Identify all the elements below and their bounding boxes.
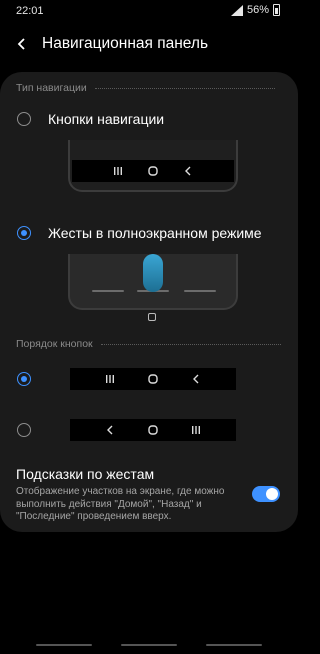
order-option-recents-home-back[interactable] xyxy=(70,368,236,390)
gesture-hints-title: Подсказки по жестам xyxy=(16,466,155,482)
fullscreen-gestures-preview xyxy=(68,254,238,310)
section-title-navigation-type: Тип навигации xyxy=(16,82,275,94)
radio-navigation-buttons[interactable] xyxy=(17,112,31,126)
status-time: 22:01 xyxy=(16,5,44,17)
radio-fullscreen-gestures[interactable] xyxy=(17,226,31,240)
back-arrow-icon xyxy=(17,38,25,50)
gesture-hints-description: Отображение участков на экране, где можн… xyxy=(16,486,225,522)
section-divider xyxy=(94,87,275,89)
gesture-hint-left xyxy=(92,290,124,292)
option-navigation-buttons-label[interactable]: Кнопки навигации xyxy=(48,111,164,127)
preview-nav-bar xyxy=(72,160,234,182)
back-icon xyxy=(181,164,195,178)
home-icon xyxy=(146,423,160,437)
status-bar: 22:01 56% xyxy=(0,0,298,22)
radio-order-recents-home-back[interactable] xyxy=(17,372,31,386)
gesture-hint-right xyxy=(184,290,216,292)
system-gesture-bar xyxy=(0,634,298,654)
toggle-knob xyxy=(266,488,278,500)
home-mini-icon xyxy=(148,313,156,321)
back-icon xyxy=(189,372,203,386)
battery-icon xyxy=(273,4,280,16)
gesture-hint-recents[interactable] xyxy=(36,644,92,646)
back-icon xyxy=(103,423,117,437)
radio-order-back-home-recents[interactable] xyxy=(17,423,31,437)
gesture-hint-back[interactable] xyxy=(206,644,262,646)
order-option-back-home-recents[interactable] xyxy=(70,419,236,441)
home-icon xyxy=(146,372,160,386)
home-icon xyxy=(146,164,160,178)
battery-percent: 56% xyxy=(246,4,269,16)
section-title-button-order: Порядок кнопок xyxy=(16,338,281,350)
status-icons: 56% xyxy=(230,4,280,16)
section-divider xyxy=(100,343,281,345)
signal-icon xyxy=(230,4,243,16)
page-title: Навигационная панель xyxy=(42,35,209,52)
recent-apps-icon xyxy=(111,164,125,178)
swipe-up-indicator xyxy=(143,254,163,292)
back-button[interactable] xyxy=(2,24,42,64)
option-fullscreen-gestures-label[interactable]: Жесты в полноэкранном режиме xyxy=(48,225,262,241)
recent-apps-icon xyxy=(103,372,117,386)
app-header: Навигационная панель xyxy=(0,22,298,66)
gesture-hints-toggle[interactable] xyxy=(252,486,280,502)
navigation-buttons-preview xyxy=(68,140,238,192)
recent-apps-icon xyxy=(189,423,203,437)
gesture-hint-home[interactable] xyxy=(121,644,177,646)
